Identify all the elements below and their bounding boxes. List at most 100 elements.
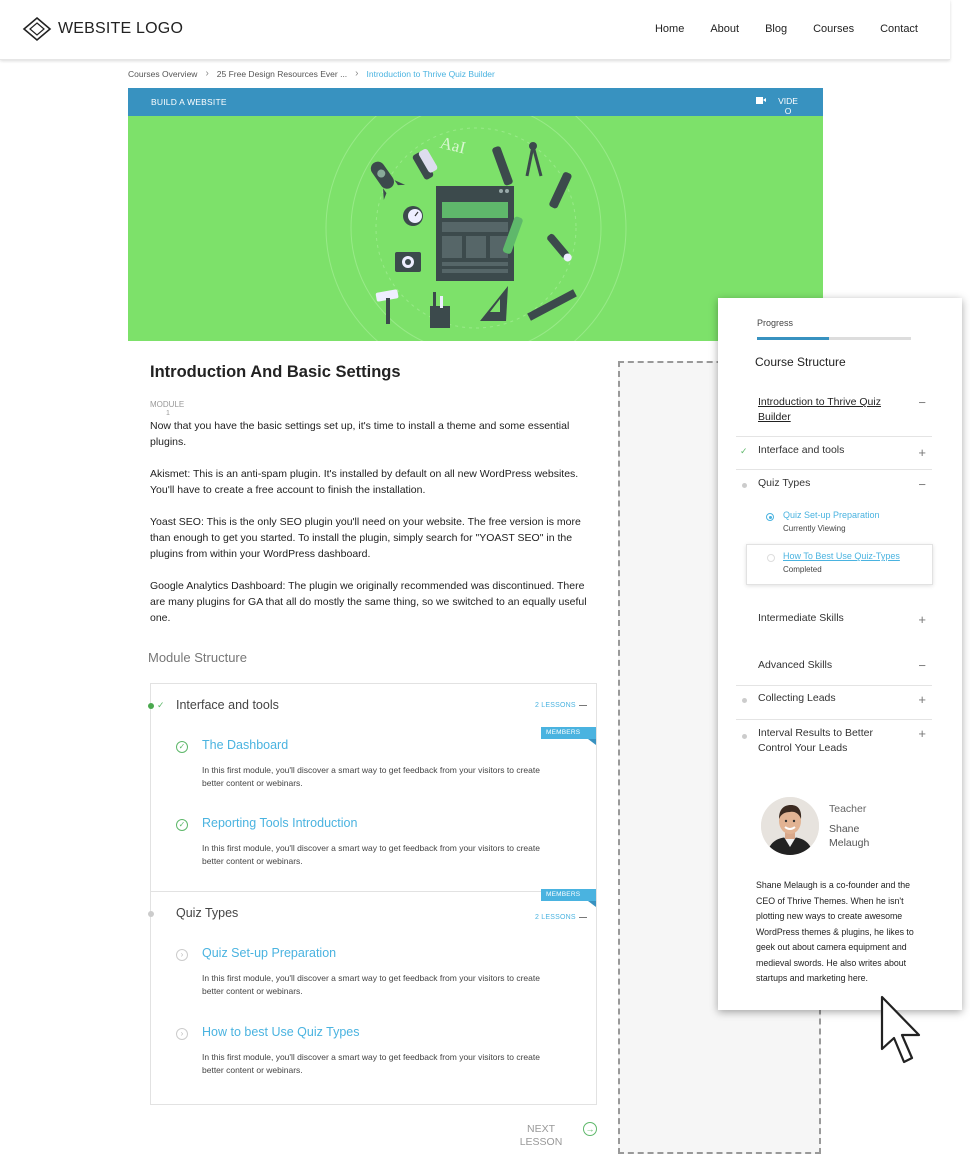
browser-window-icon [436, 186, 514, 281]
video-label: VIDEO [778, 96, 798, 116]
module-number: 1 [166, 410, 170, 417]
sub-lesson-link[interactable]: Quiz Set-up Preparation [783, 510, 880, 520]
lesson-description: In this first module, you'll discover a … [202, 1052, 540, 1075]
current-lesson-radio-icon [766, 513, 774, 521]
expand-icon[interactable]: + [918, 726, 926, 741]
next-lesson-button[interactable]: NEXT LESSON [519, 1123, 563, 1149]
inactive-dot-icon [148, 911, 154, 917]
breadcrumb-current[interactable]: Introduction to Thrive Quiz Builder [367, 69, 495, 79]
lesson-link[interactable]: How to best Use Quiz Types [202, 1025, 359, 1039]
check-icon: ✓ [740, 446, 748, 456]
collapse-icon[interactable]: − [918, 477, 926, 492]
progress-label: Progress [757, 318, 794, 328]
compass-icon [525, 142, 543, 177]
breadcrumb: Courses Overview › 25 Free Design Resour… [128, 68, 495, 79]
lesson-link[interactable]: Quiz Set-up Preparation [202, 946, 336, 960]
module-structure-title: Module Structure [148, 650, 247, 665]
chevron-right-circle-icon: › [176, 1028, 188, 1040]
completed-check-icon: ✓ [176, 819, 188, 831]
divider [736, 436, 932, 437]
expand-icon[interactable]: + [918, 692, 926, 707]
course-item-introduction[interactable]: Introduction to Thrive Quiz Builder [758, 395, 888, 425]
members-only-badge: MEMBERS ONLY [541, 889, 596, 910]
logo-text: WEBSITE LOGO [58, 20, 184, 37]
course-item-interval-results[interactable]: Interval Results to Better Control Your … [758, 726, 888, 756]
site-header: WEBSITE LOGO Home About Blog Courses Con… [0, 0, 950, 60]
arrow-right-circle-icon[interactable]: → [583, 1122, 597, 1136]
lesson-paragraph: Akismet: This is an anti-spam plugin. It… [150, 468, 579, 496]
check-icon: ✓ [157, 700, 165, 710]
lesson-radio-icon [767, 554, 775, 562]
lesson-link[interactable]: The Dashboard [202, 738, 288, 752]
group-title[interactable]: Quiz Types [176, 906, 238, 920]
bullet-icon [742, 483, 747, 488]
breadcrumb-design-resources[interactable]: 25 Free Design Resources Ever ... [217, 69, 347, 79]
course-sidebar: Progress Course Structure Introduction t… [718, 298, 962, 1010]
group-title[interactable]: Interface and tools [176, 698, 279, 712]
divider [736, 719, 932, 720]
lesson-link[interactable]: Reporting Tools Introduction [202, 816, 357, 830]
camera-icon [395, 252, 421, 272]
next-lesson-label: NEXT LESSON [519, 1123, 563, 1148]
lesson-description: In this first module, you'll discover a … [202, 843, 540, 866]
lessons-count[interactable]: 2 LESSONS [535, 914, 587, 921]
collapse-icon [578, 916, 587, 918]
active-dot-icon [148, 703, 154, 709]
pen-tool-icon [547, 233, 572, 262]
course-item-quiz-types[interactable]: Quiz Types [758, 476, 810, 491]
lesson-paragraph: Google Analytics Dashboard: The plugin w… [150, 580, 587, 624]
course-item-advanced[interactable]: Advanced Skills [758, 658, 832, 673]
divider [736, 685, 932, 686]
module-tag: MODULE 1 [150, 400, 590, 418]
expand-icon[interactable]: + [918, 612, 926, 627]
typography-text: AaI [438, 133, 468, 158]
collapse-icon [578, 704, 587, 706]
lesson-content: Introduction And Basic Settings MODULE 1… [150, 360, 590, 642]
mouse-pointer-icon [878, 994, 928, 1073]
diamond-logo-icon [22, 16, 52, 42]
site-logo[interactable]: WEBSITE LOGO [22, 16, 183, 42]
collapse-icon[interactable]: − [918, 395, 926, 410]
completed-check-icon: ✓ [176, 741, 188, 753]
course-item-intermediate[interactable]: Intermediate Skills [758, 611, 844, 626]
lessons-count[interactable]: 2 LESSONS [535, 702, 587, 709]
sub-lesson-status: Currently Viewing [783, 524, 846, 533]
nav-contact[interactable]: Contact [880, 23, 918, 35]
nav-about[interactable]: About [710, 23, 739, 35]
lesson-description: In this first module, you'll discover a … [202, 765, 540, 788]
course-item-interface[interactable]: Interface and tools [758, 443, 844, 458]
course-item-collecting-leads[interactable]: Collecting Leads [758, 691, 836, 706]
chevron-right-icon: › [205, 68, 209, 79]
color-swatch-icon [412, 148, 438, 180]
teacher-bio: Shane Melaugh is a co-founder and the CE… [756, 880, 914, 983]
nav-home[interactable]: Home [655, 23, 684, 35]
members-only-badge: MEMBERS ONLY [541, 727, 596, 748]
stopwatch-icon [403, 206, 423, 226]
chevron-right-circle-icon: › [176, 949, 188, 961]
breadcrumb-courses-overview[interactable]: Courses Overview [128, 69, 197, 79]
video-button[interactable]: VIDEO [756, 96, 798, 116]
teacher-label: Teacher [829, 803, 867, 815]
lesson-title: Introduction And Basic Settings [150, 363, 401, 381]
sub-lesson-link[interactable]: How To Best Use Quiz-Types [783, 551, 900, 561]
progress-bar [757, 337, 911, 340]
main-nav: Home About Blog Courses Contact [629, 23, 918, 35]
progress-fill [757, 337, 830, 340]
expand-icon[interactable]: + [918, 445, 926, 460]
teacher-name: Shane Melaugh [829, 823, 870, 849]
lesson-paragraph: Now that you have the basic settings set… [150, 420, 570, 448]
module-structure-box: ✓ Interface and tools 2 LESSONS MEMBERS … [148, 683, 597, 1105]
sub-lesson-status: Completed [783, 565, 822, 574]
teacher-avatar [761, 797, 819, 855]
lessons-count-label: 2 LESSONS [535, 914, 576, 921]
module-label: MODULE [150, 400, 185, 409]
nav-blog[interactable]: Blog [765, 23, 787, 35]
divider [151, 891, 596, 892]
lesson-description: In this first module, you'll discover a … [202, 973, 540, 996]
divider [736, 469, 932, 470]
lessons-count-label: 2 LESSONS [535, 702, 576, 709]
video-camera-icon [756, 97, 766, 104]
nav-courses[interactable]: Courses [813, 23, 854, 35]
chevron-right-icon: › [355, 68, 359, 79]
collapse-icon[interactable]: − [918, 658, 926, 673]
